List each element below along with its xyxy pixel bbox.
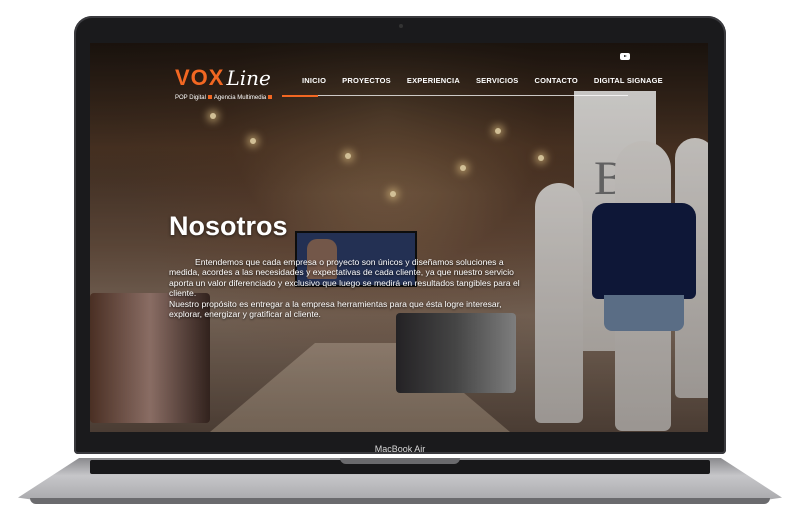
logo-tagline-1: POP Digital	[175, 95, 206, 101]
square-bullet-icon	[207, 95, 212, 100]
voxline-logo[interactable]: VOX Line POP Digital Agencia Multimedia	[175, 65, 273, 101]
square-bullet-icon	[268, 95, 273, 100]
website-screen: BA VOXLine POP DigitalAgencia Multimedia…	[90, 43, 708, 432]
intro-text: Entendemos que cada empresa o proyecto s…	[169, 257, 527, 319]
camera-icon	[399, 24, 403, 28]
nav-item-proyectos[interactable]: PROYECTOS	[342, 76, 391, 85]
nav-item-digital-signage[interactable]: DIGITAL SIGNAGE	[594, 76, 663, 85]
logo-tagline: POP Digital Agencia Multimedia	[175, 95, 274, 101]
device-label: MacBook Air	[374, 444, 426, 454]
logo-wordmark-vox: VOX	[175, 65, 225, 90]
logo-wordmark-line: Line	[226, 66, 271, 90]
lid-notch	[340, 458, 460, 464]
nav-item-contacto[interactable]: CONTACTO	[534, 76, 577, 85]
page-title: Nosotros	[169, 211, 288, 241]
intro-paragraph-1: Entendemos que cada empresa o proyecto s…	[169, 257, 520, 299]
nav-item-servicios[interactable]: SERVICIOS	[476, 76, 519, 85]
nav-active-indicator	[282, 95, 318, 97]
main-nav: INICIO PROYECTOS EXPERIENCIA SERVICIOS C…	[302, 76, 663, 85]
nav-divider	[282, 95, 628, 96]
laptop-bottom-edge	[30, 498, 770, 504]
nav-item-inicio[interactable]: INICIO	[302, 76, 326, 85]
youtube-icon[interactable]	[620, 53, 630, 60]
intro-paragraph-2: Nuestro propósito es entregar a la empre…	[169, 298, 502, 320]
nav-item-experiencia[interactable]: EXPERIENCIA	[407, 76, 460, 85]
logo-tagline-2: Agencia Multimedia	[213, 95, 267, 101]
